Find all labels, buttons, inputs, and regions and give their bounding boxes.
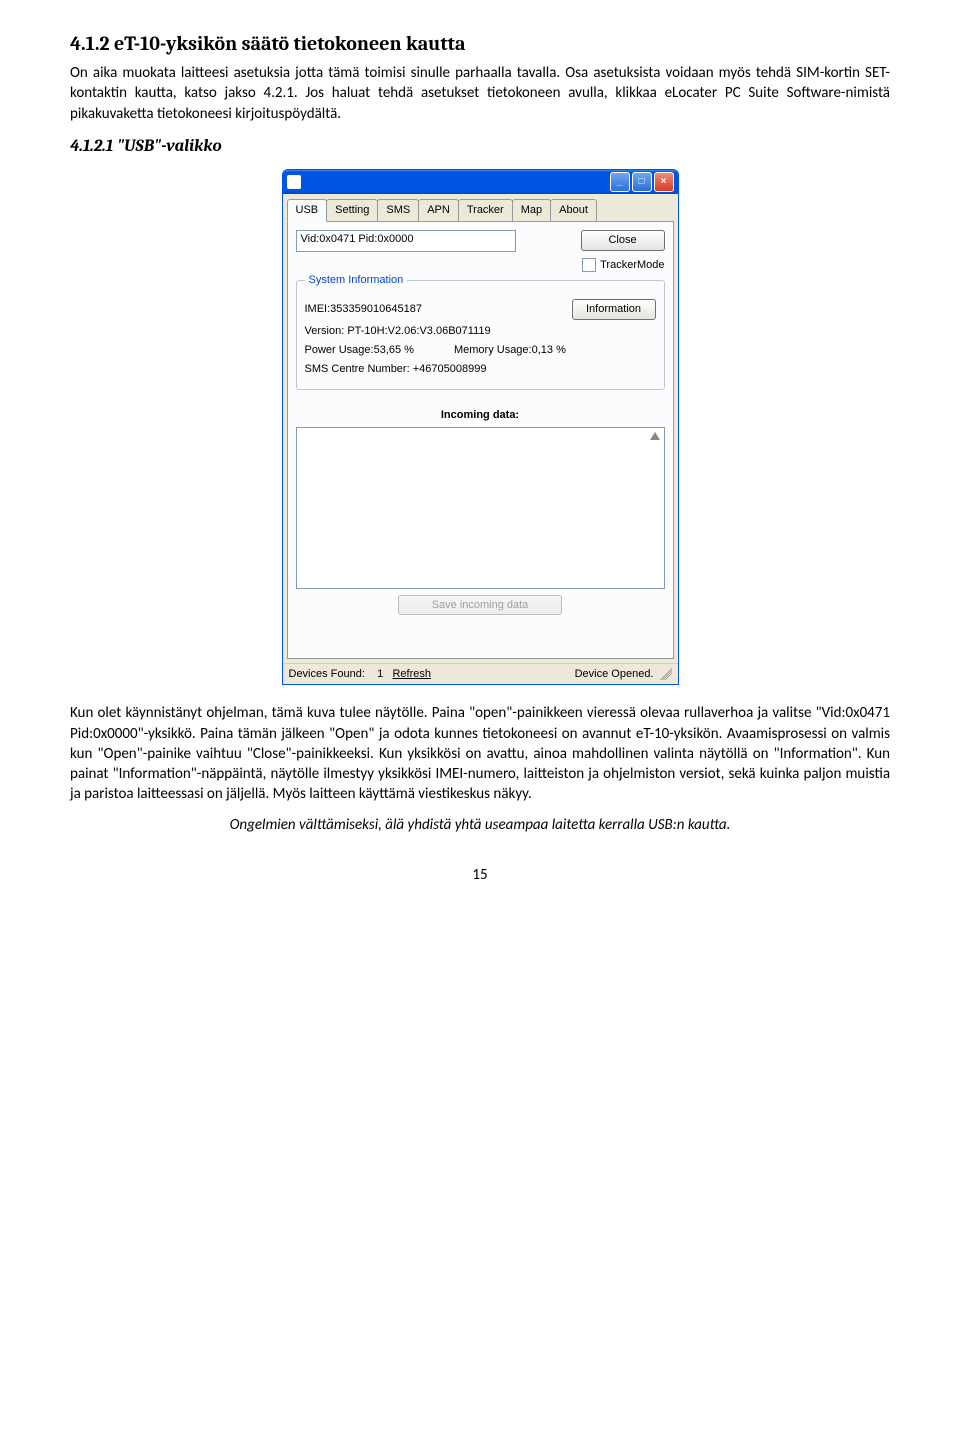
refresh-link[interactable]: Refresh: [392, 668, 431, 680]
tab-panel-usb: Vid:0x0471 Pid:0x0000 Close TrackerMode …: [287, 221, 674, 659]
memory-label: Memory Usage:: [454, 343, 532, 358]
maximize-icon[interactable]: □: [632, 172, 652, 192]
close-icon[interactable]: ×: [654, 172, 674, 192]
tab-setting[interactable]: Setting: [326, 199, 378, 222]
group-legend: System Information: [305, 273, 408, 288]
device-select[interactable]: Vid:0x0471 Pid:0x0000: [296, 230, 516, 252]
minimize-icon[interactable]: _: [610, 172, 630, 192]
status-bar: Devices Found: 1 Refresh Device Opened.: [283, 663, 678, 685]
version-label: Version:: [305, 324, 345, 339]
sms-centre-value: +46705008999: [413, 362, 487, 377]
sms-centre-label: SMS Centre Number:: [305, 362, 410, 377]
tab-bar: USB Setting SMS APN Tracker Map About: [283, 194, 678, 221]
resize-grip-icon[interactable]: [660, 668, 672, 680]
window-titlebar: _ □ ×: [283, 170, 678, 194]
incoming-data-label: Incoming data:: [296, 408, 665, 423]
tab-usb[interactable]: USB: [287, 199, 328, 222]
power-value: 53,65 %: [374, 343, 414, 358]
power-label: Power Usage:: [305, 343, 374, 358]
tab-apn[interactable]: APN: [418, 199, 459, 222]
app-window: _ □ × USB Setting SMS APN Tracker Map Ab…: [282, 169, 679, 686]
incoming-data-area[interactable]: [296, 427, 665, 589]
open-close-button[interactable]: Close: [581, 230, 665, 251]
heading-4-1-2: 4.1.2 eT-10-yksikön säätö tietokoneen ka…: [70, 30, 890, 57]
information-button[interactable]: Information: [572, 299, 656, 320]
version-value: PT-10H:V2.06:V3.06B071119: [347, 324, 490, 339]
scroll-up-icon[interactable]: [650, 432, 660, 440]
paragraph-intro: On aika muokata laitteesi asetuksia jott…: [70, 63, 890, 124]
heading-4-1-2-1: 4.1.2.1 "USB"-valikko: [70, 136, 890, 159]
paragraph-note: Ongelmien välttämiseksi, älä yhdistä yht…: [70, 815, 890, 835]
devices-found-value: 1: [377, 668, 383, 680]
devices-found-label: Devices Found:: [289, 668, 365, 680]
save-incoming-button: Save incoming data: [398, 595, 562, 616]
imei-value: 353359010645187: [330, 302, 422, 317]
system-information-group: System Information IMEI: 353359010645187…: [296, 280, 665, 389]
page-number: 15: [70, 865, 890, 885]
tab-tracker[interactable]: Tracker: [458, 199, 513, 222]
paragraph-usage: Kun olet käynnistänyt ohjelman, tämä kuv…: [70, 703, 890, 804]
app-icon: [287, 175, 301, 189]
device-opened-status: Device Opened.: [575, 667, 654, 682]
memory-value: 0,13 %: [532, 343, 566, 358]
trackermode-label: TrackerMode: [600, 258, 664, 273]
imei-label: IMEI:: [305, 302, 331, 317]
trackermode-checkbox[interactable]: [582, 258, 596, 272]
tab-map[interactable]: Map: [512, 199, 551, 222]
tab-about[interactable]: About: [550, 199, 597, 222]
tab-sms[interactable]: SMS: [377, 199, 419, 222]
